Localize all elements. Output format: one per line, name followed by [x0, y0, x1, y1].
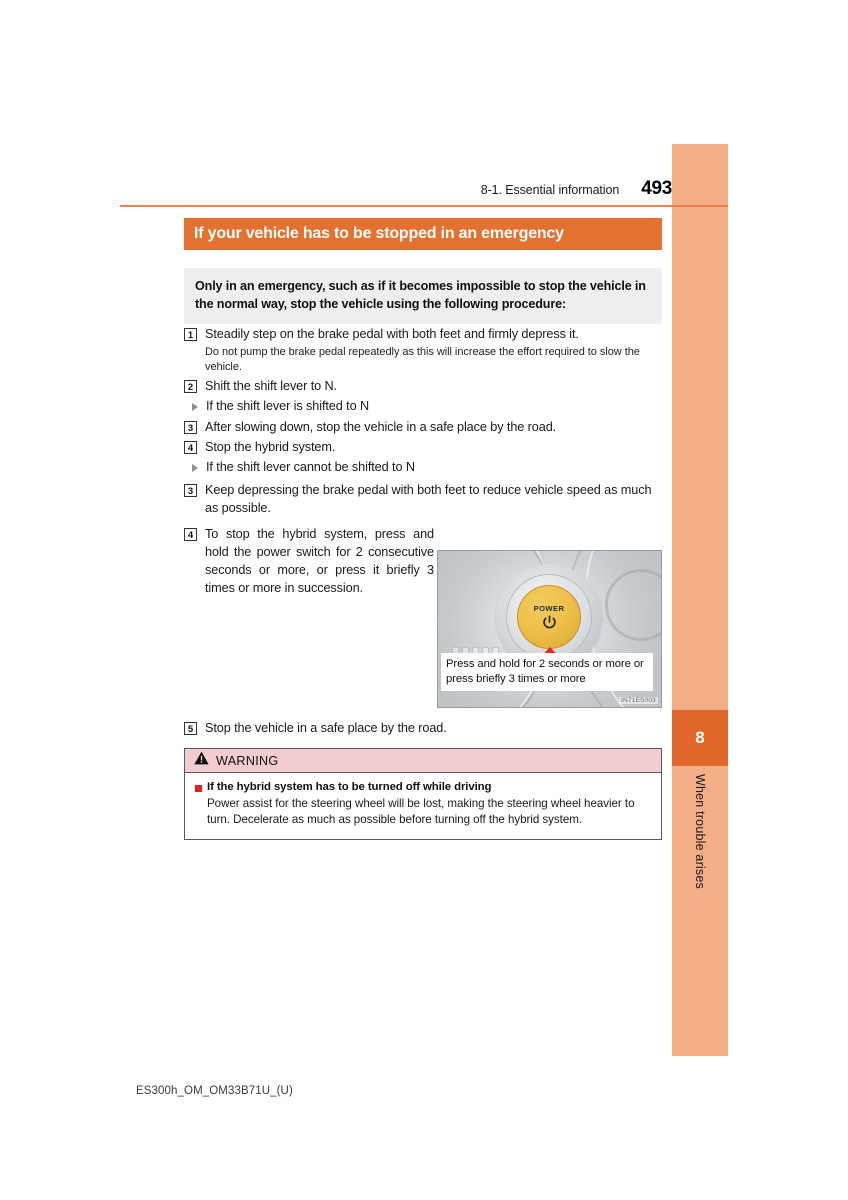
triangle-bullet-icon: [192, 464, 198, 473]
step-number: 1: [184, 328, 197, 341]
red-square-bullet-icon: [195, 785, 202, 792]
section-title: If your vehicle has to be stopped in an …: [194, 225, 564, 242]
sub-branch-item: If the shift lever is shifted to N: [184, 397, 662, 415]
power-switch-illustration: POWER Press and hold for 2 seconds or mo…: [437, 550, 662, 708]
chapter-tab-strip: 8 When trouble arises: [672, 144, 728, 1056]
figure-caption: Press and hold for 2 seconds or more or …: [441, 653, 653, 691]
step-number: 3: [184, 421, 197, 435]
step-item: 3 After slowing down, stop the vehicle i…: [184, 418, 662, 436]
warning-paragraph: Power assist for the steering wheel will…: [207, 797, 635, 826]
sub-branch-item: If the shift lever cannot be shifted to …: [184, 458, 662, 476]
triangle-bullet-icon: [192, 403, 198, 412]
intro-callout: Only in an emergency, such as if it beco…: [184, 268, 662, 324]
step-text: After slowing down, stop the vehicle in …: [205, 420, 557, 435]
chapter-number-badge: 8: [672, 710, 728, 766]
step-number: 4: [184, 528, 197, 542]
step-text: Stop the vehicle in a safe place by the …: [205, 721, 447, 735]
chapter-title-text: When trouble arises: [693, 774, 707, 889]
step-item: 3 Keep depressing the brake pedal with b…: [184, 481, 662, 517]
warning-callout: WARNING If the hybrid system has to be t…: [184, 748, 662, 840]
figure-code: IN71ES003: [618, 697, 658, 704]
section-title-bar: If your vehicle has to be stopped in an …: [184, 218, 662, 250]
power-button[interactable]: POWER: [517, 585, 581, 649]
warning-header: WARNING: [185, 749, 661, 773]
warning-subhead: If the hybrid system has to be turned of…: [207, 781, 492, 793]
sub-branch-text: If the shift lever cannot be shifted to …: [206, 460, 415, 475]
step-number: 2: [184, 380, 197, 394]
step-text: Steadily step on the brake pedal with bo…: [205, 327, 579, 341]
step-text: To stop the hybrid system, press and hol…: [205, 527, 434, 596]
step-number: 5: [184, 722, 197, 735]
step-note: Do not pump the brake pedal repeatedly a…: [205, 346, 640, 373]
procedure-steps-continued: 5 Stop the vehicle in a safe place by th…: [184, 719, 662, 739]
sub-branch-text: If the shift lever is shifted to N: [206, 399, 370, 414]
header-rule: [120, 205, 728, 207]
step-text: Stop the hybrid system.: [205, 440, 336, 455]
chapter-number: 8: [695, 728, 705, 747]
step-item: 4 To stop the hybrid system, press and h…: [184, 525, 434, 597]
warning-subhead-row: If the hybrid system has to be turned of…: [195, 781, 651, 793]
power-symbol-icon: [541, 614, 558, 631]
power-button-label: POWER: [533, 603, 565, 613]
step-text: Shift the shift lever to N.: [205, 379, 337, 394]
step-number: 4: [184, 441, 197, 455]
step-item: 2 Shift the shift lever to N.: [184, 377, 662, 395]
page-number: 493: [641, 178, 672, 199]
step-number: 3: [184, 484, 197, 498]
warning-body: If the hybrid system has to be turned of…: [185, 773, 661, 839]
step-item: 5 Stop the vehicle in a safe place by th…: [184, 719, 662, 737]
running-head: 8-1. Essential information 493: [120, 178, 673, 202]
warning-triangle-icon: [194, 751, 209, 770]
footer-document-id: ES300h_OM_OM33B71U_(U): [136, 1085, 293, 1097]
step-item: 4 Stop the hybrid system.: [184, 438, 662, 456]
step-item: 1 Steadily step on the brake pedal with …: [184, 325, 662, 343]
step-text: Keep depressing the brake pedal with bot…: [205, 483, 652, 516]
warning-label: WARNING: [216, 753, 279, 768]
chapter-title-vertical: When trouble arises: [672, 774, 728, 1034]
running-head-section: 8-1. Essential information: [480, 183, 620, 197]
